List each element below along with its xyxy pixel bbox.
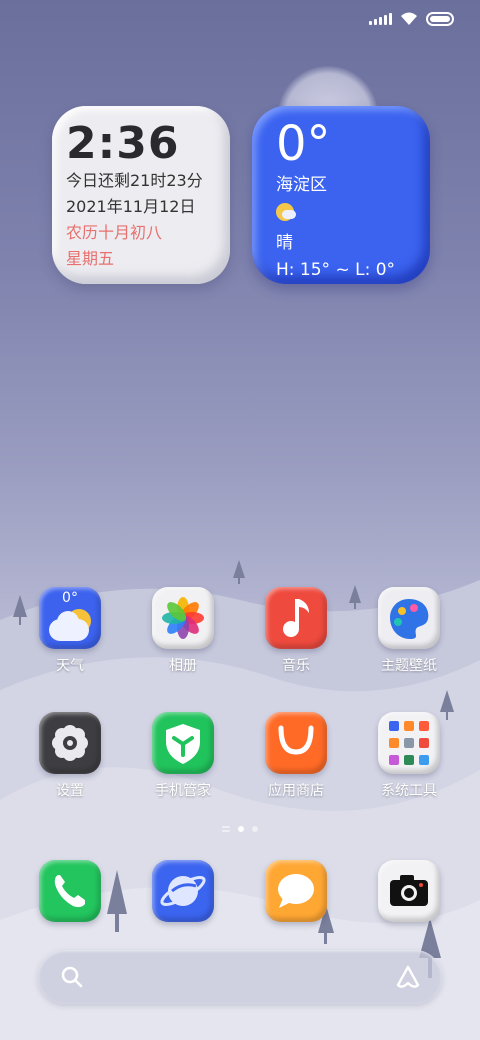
app-store-icon (265, 712, 327, 774)
clock-time: 2:36 (66, 118, 180, 169)
app-label: 音乐 (282, 658, 310, 674)
assistant-icon[interactable] (394, 963, 422, 991)
clock-countdown: 今日还剩21时23分 (66, 171, 203, 190)
tools-folder-icon (378, 712, 440, 774)
dock-browser[interactable] (133, 860, 233, 922)
camera-icon (378, 860, 440, 922)
app-themes[interactable]: 主题壁纸 (359, 587, 459, 675)
phone-icon (39, 860, 101, 922)
music-icon (265, 587, 327, 649)
page-indicator[interactable] (0, 826, 480, 832)
dock-messages[interactable] (246, 860, 346, 922)
app-label: 天气 (56, 658, 84, 674)
app-weather[interactable]: 0° 天气 (20, 587, 120, 675)
app-gallery[interactable]: 相册 (133, 587, 233, 675)
app-store[interactable]: 应用商店 (246, 712, 346, 800)
app-settings[interactable]: 设置 (20, 712, 120, 800)
app-label: 应用商店 (268, 783, 324, 799)
wifi-icon (401, 12, 417, 25)
weather-range: H: 15° ~ L: 0° (276, 260, 396, 280)
weather-temperature: 0° (276, 116, 331, 172)
app-label: 手机管家 (155, 783, 211, 799)
app-label: 主题壁纸 (381, 658, 437, 674)
partly-cloudy-icon (276, 203, 296, 221)
app-security[interactable]: 手机管家 (133, 712, 233, 800)
page-dot-active[interactable] (238, 826, 244, 832)
signal-icon (369, 13, 392, 25)
weather-condition: 晴 (276, 233, 293, 253)
app-label: 系统工具 (381, 783, 437, 799)
battery-icon (426, 12, 454, 26)
clock-lunar-date: 农历十月初八 (66, 223, 163, 242)
clock-widget[interactable]: 2:36 今日还剩21时23分 2021年11月12日 农历十月初八 星期五 (52, 106, 230, 284)
dock-camera[interactable] (359, 860, 459, 922)
app-label: 相册 (169, 658, 197, 674)
theme-icon (378, 587, 440, 649)
weather-widget[interactable]: 0° 海淀区 晴 H: 15° ~ L: 0° (252, 106, 430, 284)
search-bar[interactable] (38, 950, 442, 1004)
search-icon[interactable] (60, 965, 84, 989)
app-tools-folder[interactable]: 系统工具 (359, 712, 459, 800)
app-label: 设置 (56, 783, 84, 799)
settings-icon (39, 712, 101, 774)
weather-location: 海淀区 (276, 175, 327, 195)
weather-icon: 0° (39, 587, 101, 649)
app-music[interactable]: 音乐 (246, 587, 346, 675)
page-indicator-menu[interactable] (222, 826, 230, 832)
clock-weekday: 星期五 (66, 249, 115, 268)
gallery-icon (152, 587, 214, 649)
dock-phone[interactable] (20, 860, 120, 922)
security-icon (152, 712, 214, 774)
browser-icon (152, 860, 214, 922)
status-bar (0, 0, 480, 40)
message-icon (265, 860, 327, 922)
clock-date: 2021年11月12日 (66, 197, 196, 216)
page-dot[interactable] (252, 826, 258, 832)
